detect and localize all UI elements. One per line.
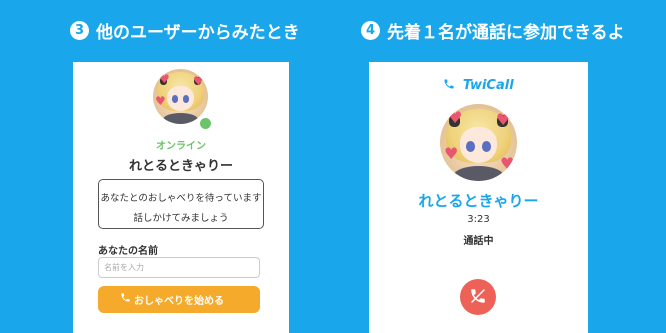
call-status: 通話中	[463, 236, 494, 247]
waiting-message-line1: あなたとのおしゃべりを待っています	[100, 193, 262, 204]
profile-view-panel: ♥ ♥ ♥ オンライン れとるときゃりー あなたとのおしゃべりを待っています 話…	[73, 62, 289, 333]
call-timer: 3:23	[467, 214, 490, 225]
call-view-panel: TwiCall ♥ ♥ ♥ ♥ れとるときゃりー 3:23 通話中	[369, 62, 588, 333]
step-3-title-text: 他のユーザーからみたとき	[96, 23, 300, 43]
heart-icon: ♥	[159, 72, 170, 86]
user-name: れとるときゃりー	[128, 159, 233, 174]
online-status-text: オンライン	[156, 141, 206, 152]
brand-logo: TwiCall	[369, 78, 588, 93]
name-input[interactable]	[98, 257, 260, 278]
start-chat-button-label: おしゃべりを始める	[134, 296, 224, 307]
phone-icon	[443, 78, 460, 93]
avatar: ♥ ♥ ♥ ♥	[440, 104, 517, 181]
step-number-badge: 4	[361, 21, 380, 40]
heart-icon: ♥	[155, 94, 166, 108]
heart-icon: ♥	[448, 108, 463, 127]
step-3-title: 3 他のユーザーからみたとき	[70, 18, 300, 43]
step-4-title: 4 先着１名が通話に参加できるよ	[361, 18, 625, 43]
heart-icon: ♥	[500, 154, 515, 173]
online-status-dot	[198, 116, 213, 131]
end-call-button[interactable]	[460, 279, 496, 315]
heart-icon: ♥	[496, 110, 511, 129]
phone-icon	[120, 292, 131, 306]
waiting-message-line2: 話しかけてみましょう	[133, 213, 229, 224]
brand-name: TwiCall	[462, 78, 514, 93]
heart-icon: ♥	[193, 74, 204, 88]
phone-hangup-icon	[469, 287, 487, 308]
name-field-label: あなたの名前	[98, 246, 158, 257]
step-number-badge: 3	[70, 21, 89, 40]
step-4-title-text: 先着１名が通話に参加できるよ	[387, 23, 625, 43]
caller-name: れとるときゃりー	[418, 192, 539, 210]
waiting-message-box: あなたとのおしゃべりを待っています 話しかけてみましょう	[98, 179, 264, 229]
heart-icon: ♥	[444, 144, 459, 163]
avatar: ♥ ♥ ♥	[153, 69, 208, 124]
start-chat-button[interactable]: おしゃべりを始める	[98, 286, 260, 313]
